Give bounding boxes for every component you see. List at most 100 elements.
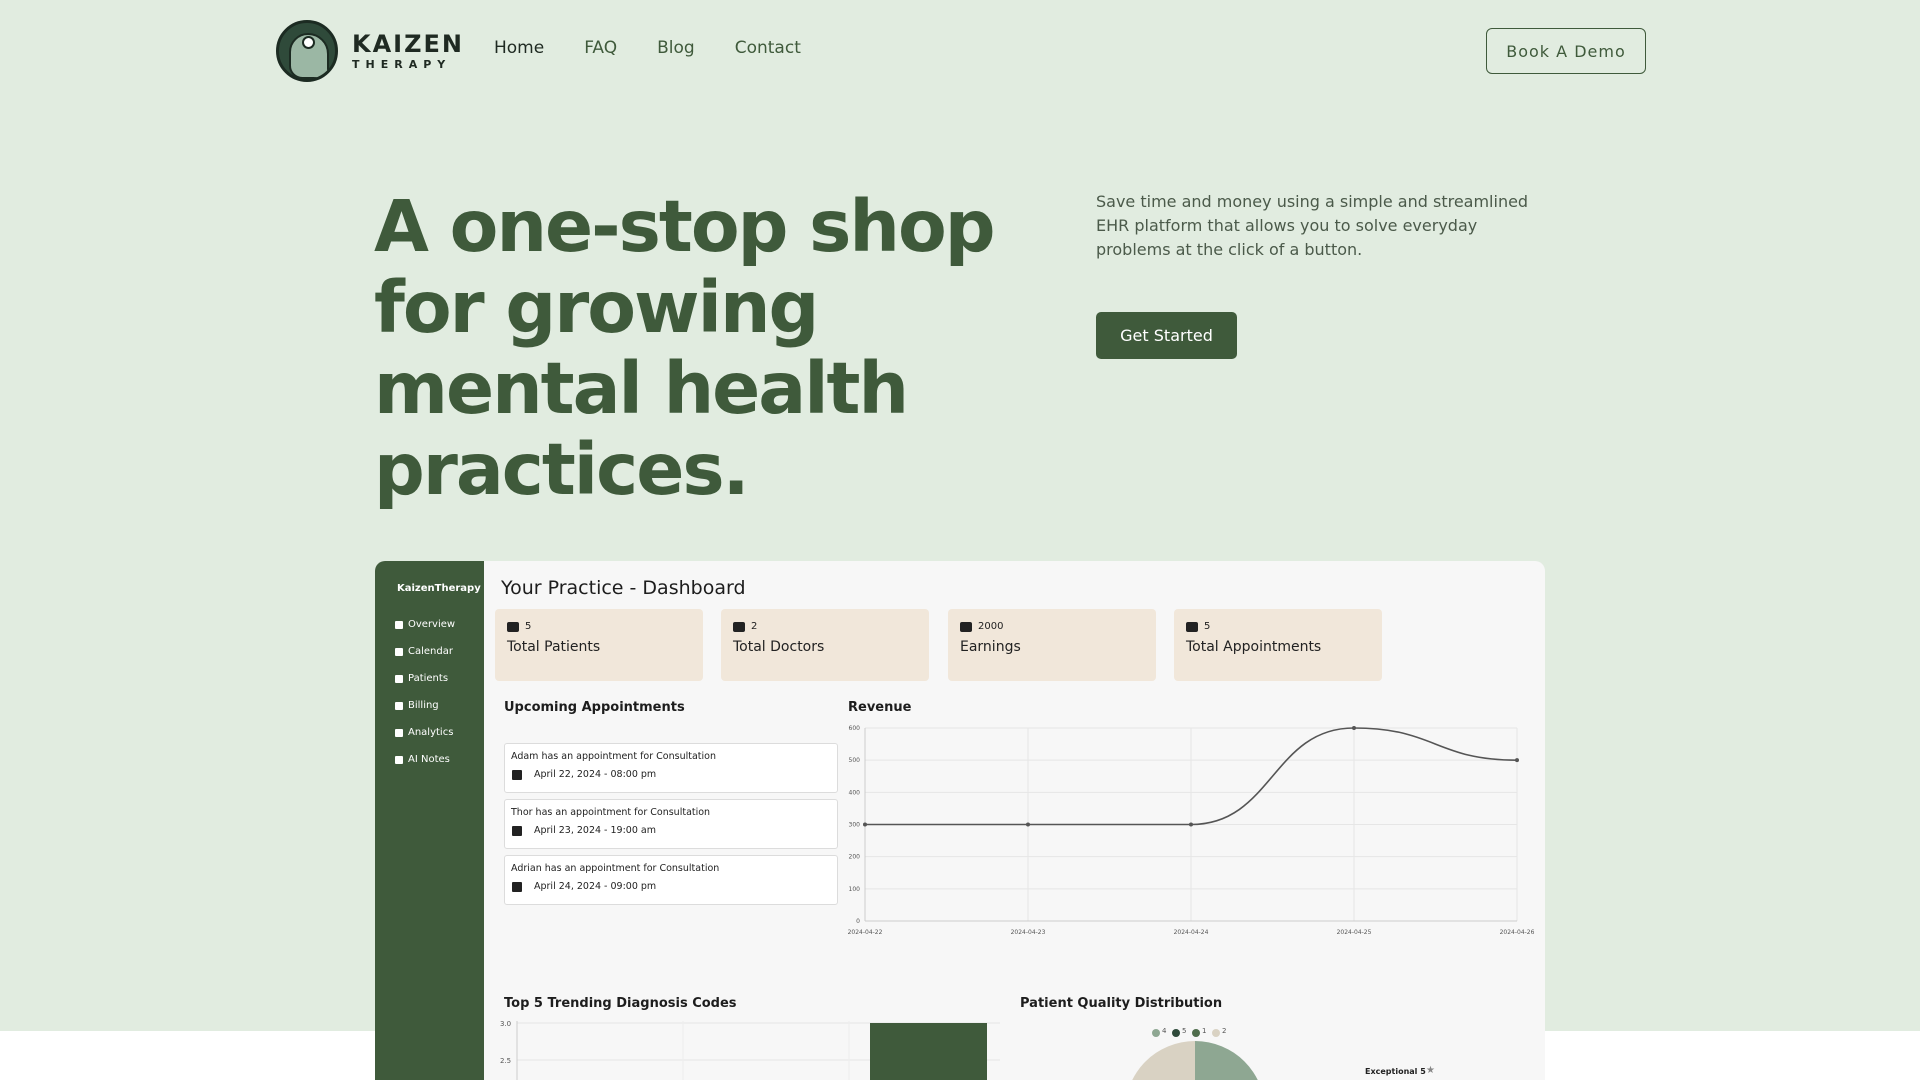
appointment-text: Adam has an appointment for Consultation	[511, 751, 716, 762]
doctor-icon	[733, 622, 745, 632]
diagnosis-tick: 3.0	[500, 1020, 511, 1028]
stat-value: 2	[751, 621, 758, 632]
sidebar-item-analytics[interactable]: Analytics	[395, 727, 453, 738]
y-tick-label: 0	[856, 918, 860, 925]
dashboard-preview: KaizenTherapy Overview Calendar Patients…	[375, 561, 1545, 1080]
revenue-point	[1189, 822, 1193, 827]
billing-icon	[395, 701, 403, 710]
diagnosis-bar	[870, 1023, 987, 1080]
book-demo-button[interactable]: Book A Demo	[1486, 28, 1646, 74]
brand-name: KAIZEN	[352, 29, 464, 58]
sidebar-item-calendar[interactable]: Calendar	[395, 646, 453, 657]
pie-slice	[1132, 1041, 1195, 1080]
appointment-text: Thor has an appointment for Consultation	[511, 807, 711, 818]
quality-pie	[1132, 1041, 1258, 1080]
main-nav: Home FAQ Blog Contact	[494, 38, 801, 58]
hero-subtext: Save time and money using a simple and s…	[1096, 192, 1529, 259]
legend-dot	[1152, 1029, 1160, 1037]
y-tick-label: 100	[849, 886, 861, 893]
analytics-icon	[395, 728, 403, 737]
revenue-title: Revenue	[848, 700, 912, 715]
y-tick-label: 400	[849, 789, 861, 796]
calendar-icon	[395, 647, 403, 656]
sidebar-item-label: Billing	[408, 700, 439, 711]
diagnosis-title: Top 5 Trending Diagnosis Codes	[504, 996, 737, 1011]
diagnosis-chart: 3.0 2.5	[500, 1020, 1000, 1080]
legend-dot	[1212, 1029, 1220, 1037]
stat-card-earnings[interactable]: 2000 Earnings	[948, 609, 1156, 681]
stat-label: Total Doctors	[733, 639, 825, 655]
legend-label: 1	[1202, 1027, 1207, 1035]
revenue-point	[1026, 822, 1030, 827]
patients-icon	[395, 674, 403, 683]
calendar-icon	[512, 770, 522, 780]
get-started-button[interactable]: Get Started	[1096, 312, 1237, 359]
sidebar-item-label: Patients	[408, 673, 449, 684]
appointment-date: April 22, 2024 - 08:00 pm	[534, 769, 657, 780]
legend-label: 2	[1222, 1027, 1227, 1035]
y-tick-label: 300	[849, 822, 861, 829]
x-tick-label: 2024-04-22	[848, 929, 883, 936]
quality-tooltip-label: Exceptional 5	[1365, 1067, 1426, 1076]
brand-logo[interactable]: KAIZEN THERAPY	[276, 20, 464, 82]
appointment-item[interactable]: Adam has an appointment for Consultation…	[504, 743, 838, 793]
legend-dot	[1172, 1029, 1180, 1037]
appointment-item[interactable]: Adrian has an appointment for Consultati…	[504, 855, 838, 905]
sidebar-brand: KaizenTherapy	[397, 583, 481, 594]
brand-subtitle: THERAPY	[352, 57, 452, 71]
calendar-icon	[512, 826, 522, 836]
legend-label: 4	[1162, 1027, 1167, 1035]
appointment-text: Adrian has an appointment for Consultati…	[511, 863, 720, 874]
stat-card-patients[interactable]: 5 Total Patients	[495, 609, 703, 681]
calendar-icon	[512, 882, 522, 892]
appointments-title: Upcoming Appointments	[504, 700, 685, 715]
quality-title: Patient Quality Distribution	[1020, 996, 1223, 1011]
nav-contact[interactable]: Contact	[735, 38, 801, 58]
stat-card-appointments[interactable]: 5 Total Appointments	[1174, 609, 1382, 681]
appointment-date: April 23, 2024 - 19:00 am	[534, 825, 656, 836]
diagnosis-tick: 2.5	[500, 1057, 511, 1065]
appointment-item[interactable]: Thor has an appointment for Consultation…	[504, 799, 838, 849]
y-tick-label: 200	[849, 854, 861, 861]
sidebar-item-overview[interactable]: Overview	[395, 619, 455, 630]
calendar-icon	[1186, 622, 1198, 632]
logo-badge-icon	[276, 20, 338, 82]
ai-notes-icon	[395, 755, 403, 764]
pie-slice	[1195, 1041, 1258, 1080]
revenue-point	[1352, 726, 1356, 730]
y-tick-label: 600	[849, 725, 861, 732]
stat-card-doctors[interactable]: 2 Total Doctors	[721, 609, 929, 681]
x-tick-label: 2024-04-24	[1174, 929, 1209, 936]
nav-home[interactable]: Home	[494, 38, 544, 58]
x-tick-label: 2024-04-23	[1011, 929, 1046, 936]
sidebar-item-patients[interactable]: Patients	[395, 673, 448, 684]
x-tick-label: 2024-04-26	[1500, 929, 1535, 936]
star-icon: ★	[1426, 1065, 1435, 1076]
stat-label: Total Appointments	[1186, 639, 1322, 655]
home-icon	[395, 620, 403, 629]
sidebar-item-billing[interactable]: Billing	[395, 700, 439, 711]
stat-value: 5	[525, 621, 532, 632]
sidebar-item-label: AI Notes	[408, 754, 450, 765]
dashboard-sidebar: KaizenTherapy Overview Calendar Patients…	[375, 561, 484, 1080]
sidebar-item-label: Analytics	[408, 727, 454, 738]
stat-value: 5	[1204, 621, 1211, 632]
revenue-chart: 600 500 400 300 200 100 0 2024-04-22 2024-04-23 2…	[848, 725, 1535, 936]
users-icon	[507, 622, 519, 632]
earnings-icon	[960, 622, 972, 632]
hero-headline: A one-stop shop for growing mental healt…	[374, 185, 996, 511]
nav-blog[interactable]: Blog	[657, 38, 695, 58]
y-tick-label: 500	[849, 757, 861, 764]
revenue-point	[1515, 758, 1519, 763]
sidebar-item-label: Calendar	[408, 646, 453, 657]
legend-dot	[1192, 1029, 1200, 1037]
sidebar-item-ai-notes[interactable]: AI Notes	[395, 754, 450, 765]
appointment-date: April 24, 2024 - 09:00 pm	[534, 881, 657, 892]
nav-faq[interactable]: FAQ	[584, 38, 617, 58]
sidebar-item-label: Overview	[408, 619, 456, 630]
dashboard-title: Your Practice - Dashboard	[501, 577, 746, 599]
stat-value: 2000	[978, 621, 1004, 632]
stat-label: Earnings	[960, 639, 1021, 655]
legend-label: 5	[1182, 1027, 1187, 1035]
revenue-point	[863, 822, 867, 827]
